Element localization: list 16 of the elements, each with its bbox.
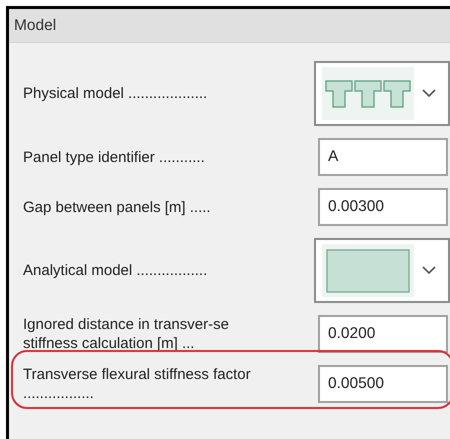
input-field[interactable]: A bbox=[318, 138, 448, 176]
input-field[interactable]: 0.00300 bbox=[318, 188, 448, 226]
field-label: Gap between panels [m] ..... bbox=[23, 198, 212, 216]
field-label: Panel type identifier ........... bbox=[23, 148, 206, 166]
dropdown[interactable] bbox=[314, 238, 450, 303]
dropdown[interactable] bbox=[314, 61, 450, 126]
field-label: Transverse flexural stiffness factor ................. bbox=[23, 365, 252, 403]
field-label: Physical model ................... bbox=[23, 84, 208, 103]
input-field[interactable]: 0.00500 bbox=[318, 365, 448, 403]
chevron-down-icon bbox=[422, 266, 436, 275]
input-field[interactable]: 0.0200 bbox=[318, 315, 448, 353]
chevron-down-icon bbox=[422, 89, 436, 98]
beam-section-icon bbox=[322, 67, 414, 120]
panel-title: Model bbox=[14, 16, 56, 34]
block-section-icon bbox=[322, 244, 414, 297]
field-label: Analytical model ................. bbox=[23, 261, 208, 280]
